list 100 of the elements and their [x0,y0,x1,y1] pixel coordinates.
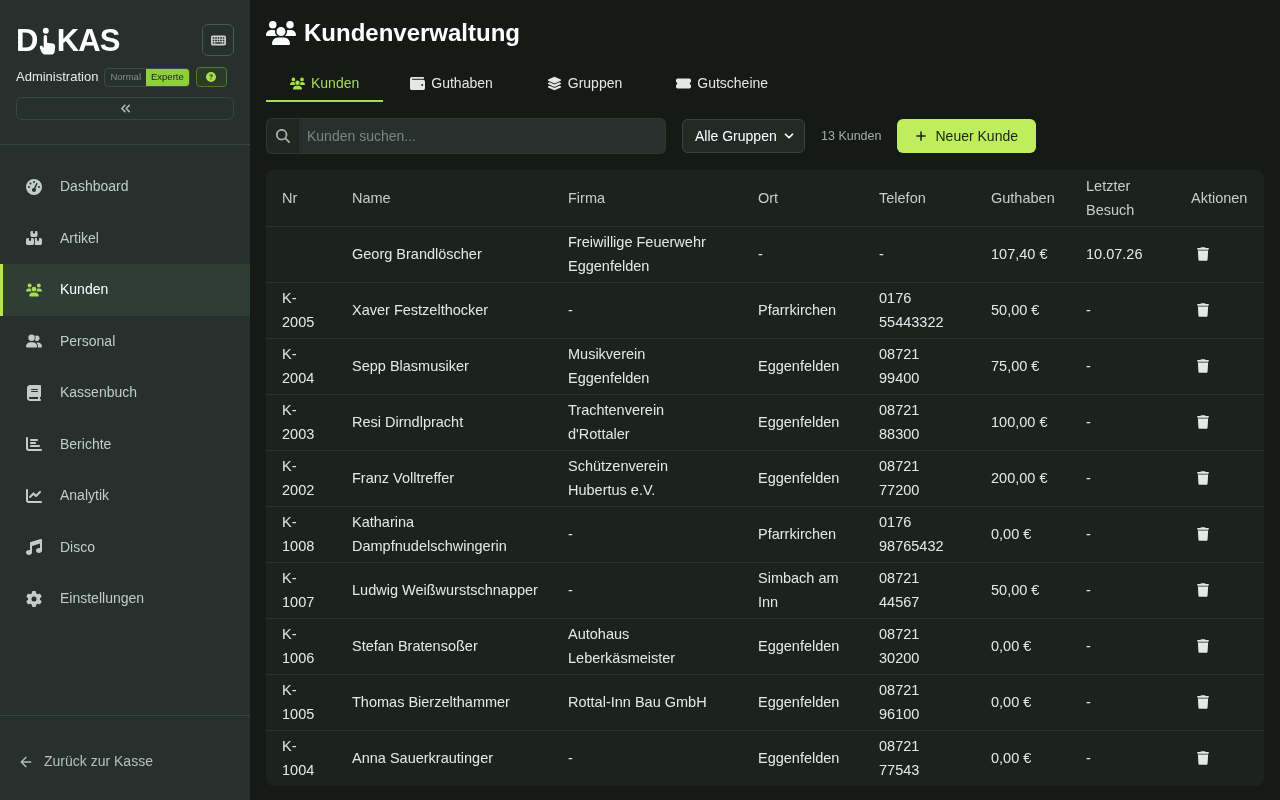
bar-chart-icon [26,436,42,453]
sidebar-item[interactable]: Disco [0,521,250,573]
delete-button[interactable] [1197,527,1209,541]
delete-button[interactable] [1197,247,1209,261]
delete-button[interactable] [1197,303,1209,317]
sidebar-item[interactable]: Berichte [0,418,250,470]
table-cell: Eggenfelden [758,694,840,710]
table-cell: K-1005 [282,682,315,722]
table-cell: Eggenfelden [758,638,840,654]
mode-option[interactable]: Experte [146,68,189,86]
delete-button[interactable] [1197,695,1209,709]
trash-icon [1197,527,1209,541]
table-cell: Xaver Festzelthocker [352,302,489,318]
table-cell: Musikverein Eggenfelden [568,346,650,386]
table-cell: K-2003 [282,402,315,442]
help-button[interactable] [195,67,227,87]
table-cell: 08721 88300 [879,402,920,442]
user-pair-icon [26,333,42,350]
table-cell: - [1086,302,1091,318]
table-cell: K-1006 [282,626,315,666]
delete-button[interactable] [1197,359,1209,373]
column-header: Name [352,189,391,206]
sidebar-item[interactable]: Einstellungen [0,573,250,625]
table-cell: Schützenverein Hubertus e.V. [568,458,668,498]
new-customer-button[interactable]: Neuer Kunde [897,119,1036,153]
table-cell: 08721 99400 [879,346,920,386]
users-icon [266,21,296,45]
tab[interactable]: Gruppen [519,66,650,102]
table-cell: 08721 77200 [879,458,920,498]
table-cell: 50,00 € [991,582,1040,598]
table-cell: Autohaus Leberkäsmeister [568,626,676,666]
table-cell: Thomas Bierzelthammer [352,694,510,710]
table-cell: K-2002 [282,458,315,498]
trash-icon [1197,247,1209,261]
gauge-icon [26,178,42,195]
delete-button[interactable] [1197,415,1209,429]
table-cell: 08721 96100 [879,682,920,722]
table-cell: K-2005 [282,290,315,330]
table-cell: Freiwillige Feuerwehr Eggenfelden [568,234,706,274]
sidebar-item[interactable]: Analytik [0,470,250,522]
wallet-icon [410,75,426,91]
customer-count: 13 Kunden [821,127,882,145]
table-cell: 08721 44567 [879,570,920,610]
page-title: Kundenverwaltung [304,21,520,45]
table-cell: - [1086,470,1091,486]
trash-icon [1197,471,1209,485]
back-link[interactable]: Zurück zur Kasse [18,751,153,772]
tab[interactable]: Kunden [266,66,384,102]
table-cell: 08721 77543 [879,738,920,779]
sidebar-item[interactable]: Kassenbuch [0,367,250,419]
keyboard-button[interactable] [202,24,234,56]
trash-icon [1197,583,1209,597]
users-icon [290,75,305,91]
gear-icon [26,590,42,607]
delete-button[interactable] [1197,471,1209,485]
delete-button[interactable] [1197,639,1209,653]
table-cell: Trachtenverein d'Rottaler [568,402,665,442]
table-cell: - [1086,694,1091,710]
table-cell: K-1008 [282,514,315,554]
layers-icon [546,75,562,91]
table-cell: - [568,582,573,598]
table-cell: 0,00 € [991,750,1032,767]
table-cell: Sepp Blasmusiker [352,358,469,374]
table-cell: 0,00 € [991,638,1032,654]
table-cell: Anna Sauerkrautinger [352,750,494,767]
users-icon [26,281,42,298]
logo: D KAS [16,24,120,56]
table-cell: 0176 55443322 [879,290,944,330]
trash-icon [1197,639,1209,653]
tab[interactable]: Gutscheine [649,66,796,102]
table-cell: - [1086,358,1091,374]
column-header: Guthaben [991,189,1055,206]
help-icon [206,72,217,82]
sidebar-item[interactable]: Personal [0,315,250,367]
mode-option[interactable]: Normal [105,68,146,86]
table-cell: - [568,750,573,767]
sidebar-item[interactable]: Artikel [0,212,250,264]
tab[interactable]: Guthaben [383,66,520,102]
table-cell: 107,40 € [991,246,1048,262]
table-cell: Eggenfelden [758,414,840,430]
sidebar-item[interactable]: Dashboard [0,161,250,213]
table-cell: Resi Dirndlpracht [352,414,464,430]
column-header: Nr [282,189,298,206]
table-cell: 0,00 € [991,526,1032,542]
trash-icon [1197,695,1209,709]
table-cell: - [568,302,573,318]
delete-button[interactable] [1197,583,1209,597]
table-cell: Rottal-Inn Bau GmbH [568,694,707,710]
table-cell: - [1086,638,1091,654]
table-cell: Franz Volltreffer [352,470,455,486]
table-cell: - [1086,526,1091,542]
sidebar-item[interactable]: Kunden [0,264,250,316]
column-header: Firma [568,189,606,206]
table-cell: Katharina Dampfnudelschwingerin [352,514,507,554]
table-cell: Eggenfelden [758,470,840,486]
book-icon [26,384,42,401]
delete-button[interactable] [1197,751,1209,766]
group-select[interactable]: Alle Gruppen [682,119,805,153]
trash-icon [1197,415,1209,429]
column-header: Telefon [879,189,926,206]
